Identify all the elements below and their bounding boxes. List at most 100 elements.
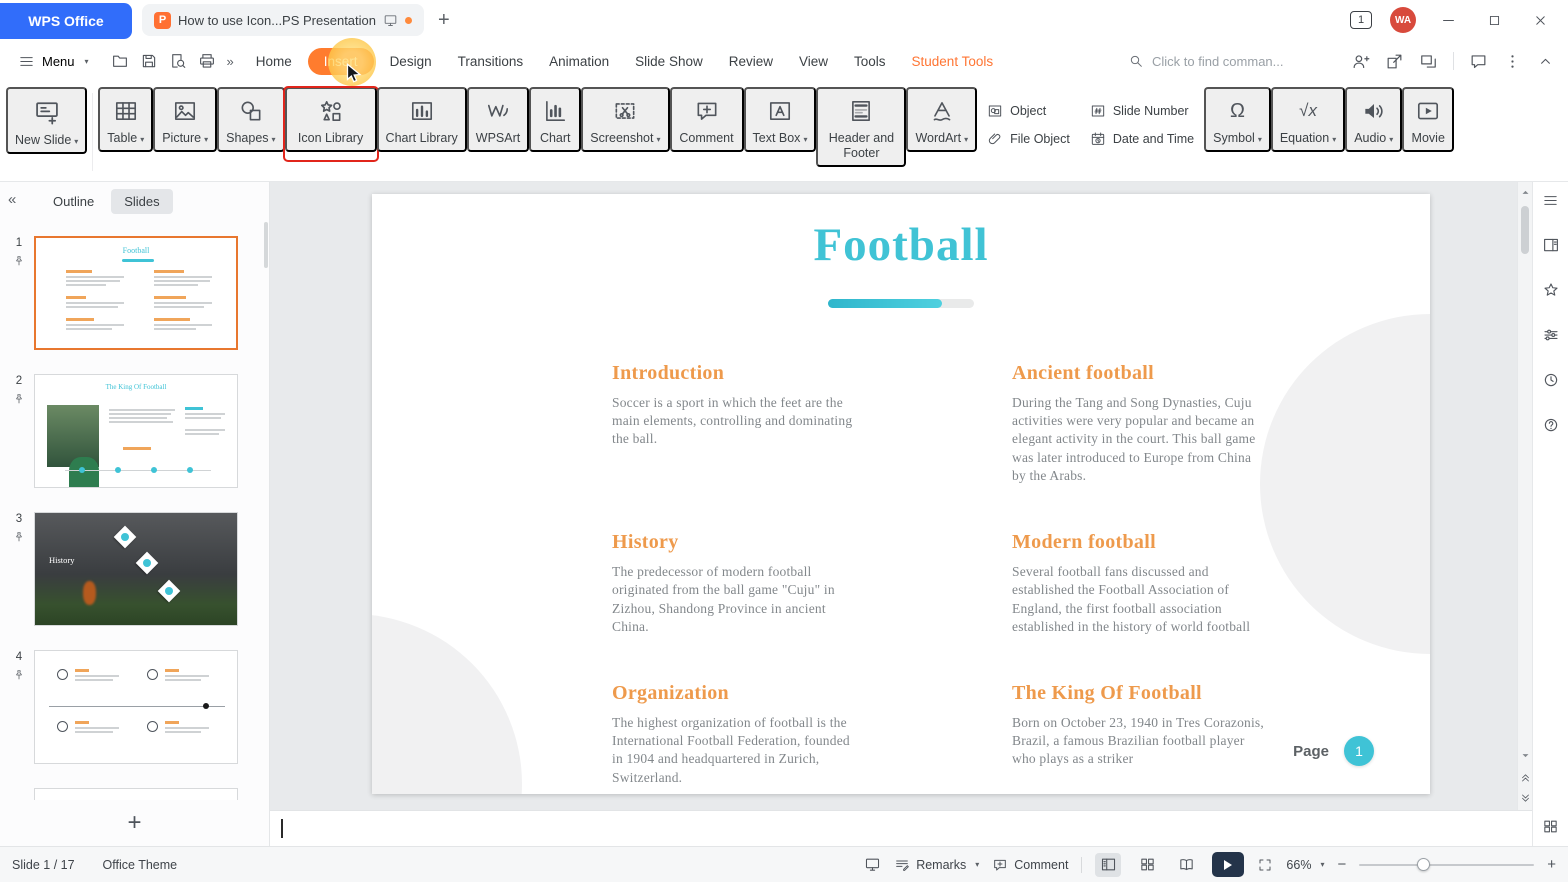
normal-view-button[interactable] [1095,853,1121,877]
open-folder-icon[interactable] [111,52,129,70]
ribbon-header-footer-button[interactable]: Header and Footer [816,87,906,167]
slide-progress-bar[interactable] [828,299,974,308]
minimize-button[interactable] [1434,12,1462,29]
ribbon-wpsart-button[interactable]: WPSArt [467,87,529,152]
menubar-tab-tools[interactable]: Tools [844,48,896,75]
ribbon-picture-button[interactable]: Picture▾ [153,87,217,152]
pin-icon[interactable] [13,669,25,681]
zoom-in-button[interactable]: + [1547,856,1556,873]
ribbon-symbol-button[interactable]: Ω Symbol▾ [1204,87,1271,152]
slide-sorter-view-button[interactable] [1134,853,1160,877]
thumbnail-preview[interactable] [34,788,238,800]
comment-button[interactable]: Comment [992,857,1068,873]
pin-icon[interactable] [13,255,25,267]
remarks-button[interactable]: Remarks▾ [894,857,979,873]
next-slide-icon[interactable] [1518,792,1533,805]
menubar-tab-review[interactable]: Review [719,48,783,75]
zoom-out-button[interactable]: − [1337,856,1346,873]
ribbon-wordart-button[interactable]: WordArt▾ [906,87,977,152]
scroll-up-icon[interactable] [1518,186,1533,199]
add-slide-button[interactable]: + [127,809,141,837]
ribbon-screenshot-button[interactable]: Screenshot▾ [581,87,669,152]
ribbon-new-slide-button[interactable]: New Slide▾ [6,87,87,154]
menubar-tab-transitions[interactable]: Transitions [448,48,534,75]
menu-button[interactable]: Menu ▾ [10,48,97,75]
wps-office-button[interactable]: WPS Office [0,3,132,39]
zoom-level-button[interactable]: 66%▾ [1286,858,1324,872]
notes-bar[interactable] [270,810,1532,846]
save-icon[interactable] [140,52,158,70]
properties-pane-icon[interactable] [1542,236,1560,257]
new-tab-button[interactable]: + [438,9,450,32]
menubar-tab-home[interactable]: Home [246,48,302,75]
ribbon-comment-button[interactable]: Comment [670,87,744,152]
thumbnail-preview[interactable]: The King Of Football [34,374,238,488]
favorites-star-icon[interactable] [1542,281,1560,302]
theme-button[interactable]: Office Theme [103,858,178,872]
ribbon-movie-button[interactable]: Movie [1402,87,1454,152]
ribbon-date-time-button[interactable]: Date and Time [1090,131,1194,147]
apps-grid-icon[interactable] [1542,818,1559,838]
print-icon[interactable] [198,52,216,70]
pin-icon[interactable] [13,531,25,543]
collapse-ribbon-icon[interactable] [1537,53,1554,70]
close-button[interactable] [1526,13,1554,28]
more-quick-icons[interactable]: » [227,54,232,69]
reading-view-button[interactable] [1173,853,1199,877]
collapse-panel-icon[interactable]: « [8,191,16,208]
more-options-icon[interactable] [1503,52,1522,71]
slide-title[interactable]: Football [372,218,1430,272]
ribbon-table-button[interactable]: Table▾ [98,87,153,152]
section-modern-football[interactable]: Modern football Several football fans di… [1012,531,1264,636]
task-list-icon[interactable] [1542,192,1559,212]
window-count-badge[interactable]: 1 [1350,11,1372,29]
menubar-tab-student-tools[interactable]: Student Tools [902,48,1004,75]
slide-thumbnail-4[interactable]: 4 [4,650,265,764]
maximize-button[interactable] [1480,13,1508,28]
slide-thumbnail-1[interactable]: 1 Football [4,236,265,350]
ribbon-object-button[interactable]: Object [987,103,1070,119]
command-search-input[interactable]: Click to find comman... [1128,53,1333,69]
ribbon-equation-button[interactable]: √x Equation▾ [1271,87,1345,152]
ribbon-text-box-button[interactable]: Text Box▾ [744,87,817,152]
ribbon-chart-library-button[interactable]: Chart Library [377,87,467,152]
settings-sliders-icon[interactable] [1542,326,1560,347]
section-organization[interactable]: Organization The highest organization of… [612,682,864,787]
thumbnail-preview[interactable]: Football [34,236,238,350]
ribbon-slide-number-button[interactable]: Slide Number [1090,103,1194,119]
section-introduction[interactable]: Introduction Soccer is a sport in which … [612,362,864,485]
scroll-down-icon[interactable] [1518,749,1533,762]
thumbnail-preview[interactable] [34,650,238,764]
ribbon-file-object-button[interactable]: File Object [987,131,1070,147]
history-clock-icon[interactable] [1542,371,1560,392]
previous-slide-icon[interactable] [1518,771,1533,784]
print-preview-icon[interactable] [169,52,187,70]
section-ancient-football[interactable]: Ancient football During the Tang and Son… [1012,362,1264,485]
invite-user-icon[interactable] [1351,52,1370,71]
menubar-tab-view[interactable]: View [789,48,838,75]
zoom-slider[interactable] [1359,855,1534,875]
switch-window-icon[interactable] [1419,52,1438,71]
thumbnail-preview[interactable]: History [34,512,238,626]
avatar[interactable]: WA [1390,7,1416,33]
pin-icon[interactable] [13,393,25,405]
play-slideshow-button[interactable] [1212,852,1244,877]
ribbon-shapes-button[interactable]: Shapes▾ [217,87,284,152]
help-icon[interactable] [1542,416,1560,437]
presenter-monitor-icon[interactable] [864,856,881,873]
canvas-scrollbar[interactable] [1517,182,1532,810]
slide-1-canvas[interactable]: Football Introduction Soccer is a sport … [372,194,1430,794]
fit-to-window-icon[interactable] [1257,857,1273,873]
menubar-tab-slide-show[interactable]: Slide Show [625,48,713,75]
panel-scrollbar[interactable] [264,222,268,268]
ribbon-audio-button[interactable]: Audio▾ [1345,87,1402,152]
section-king-of-football[interactable]: The King Of Football Born on October 23,… [1012,682,1264,787]
slide-thumbnail-2[interactable]: 2 The King Of Football [4,374,265,488]
menubar-tab-design[interactable]: Design [380,48,442,75]
document-tab[interactable]: P How to use Icon...PS Presentation [142,4,424,36]
tab-outline[interactable]: Outline [40,189,107,214]
zoom-slider-knob[interactable] [1417,858,1430,871]
comments-panel-icon[interactable] [1469,52,1488,71]
menubar-tab-animation[interactable]: Animation [539,48,619,75]
ribbon-icon-library-button[interactable]: Icon Library [285,87,377,152]
